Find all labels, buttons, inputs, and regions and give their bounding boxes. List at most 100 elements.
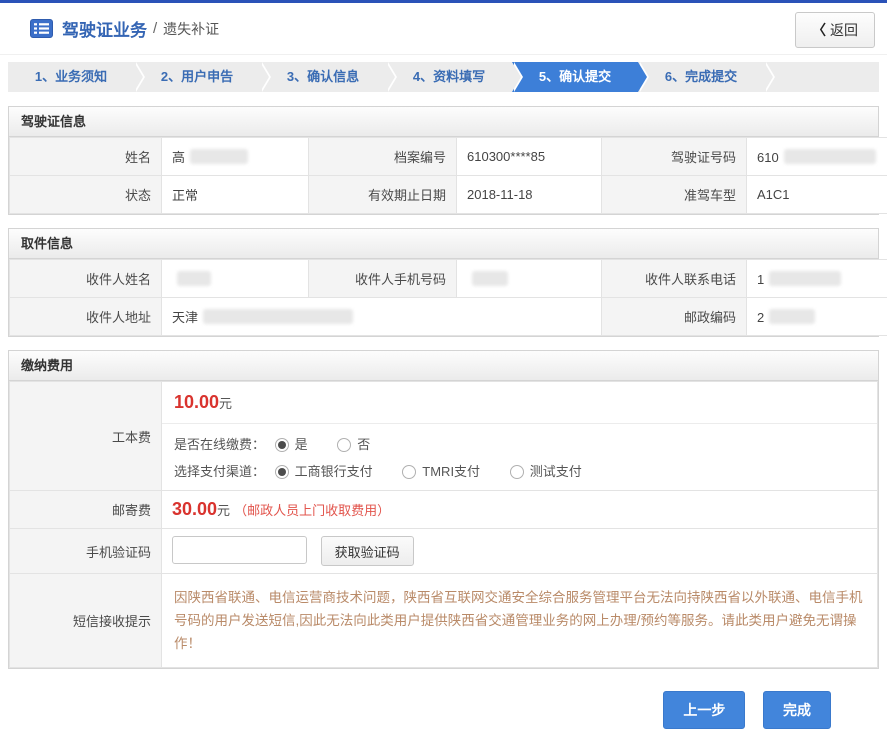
- postcode-label: 邮政编码: [602, 298, 747, 336]
- table-row: 状态 正常 有效期止日期 2018-11-18 准驾车型 A1C1: [10, 176, 887, 214]
- divider: [162, 423, 877, 424]
- verification-code-label: 手机验证码: [10, 529, 162, 574]
- postcode-value: 2: [747, 298, 887, 336]
- payment-section: 缴纳费用 工本费 10.00元 是否在线缴费： 是 否 选择支付渠道： 工商银行…: [8, 350, 879, 669]
- redaction-blur: [177, 271, 211, 286]
- online-no-label: 否: [357, 437, 370, 452]
- production-fee-cell: 10.00元 是否在线缴费： 是 否 选择支付渠道： 工商银行支付 TMRI支付…: [162, 382, 878, 491]
- status-label: 状态: [10, 176, 162, 214]
- license-section-title: 驾驶证信息: [9, 107, 878, 137]
- table-row: 收件人地址 天津 邮政编码 2: [10, 298, 887, 336]
- verification-code-cell: 获取验证码: [162, 529, 878, 574]
- production-fee-amount: 10.00: [174, 392, 219, 412]
- radio-unchecked-icon: [510, 465, 524, 479]
- mail-fee-note: （邮政人员上门收取费用）: [234, 503, 390, 518]
- expiry-date-label: 有效期止日期: [309, 176, 457, 214]
- pickup-info-section: 取件信息 收件人姓名 收件人手机号码 收件人联系电话 1 收件人地址 天津 邮政…: [8, 228, 879, 337]
- production-fee-amount-line: 10.00元: [174, 392, 865, 413]
- redaction-blur: [472, 271, 508, 286]
- list-icon: [30, 19, 53, 38]
- get-code-button[interactable]: 获取验证码: [321, 536, 414, 566]
- pickup-info-table: 收件人姓名 收件人手机号码 收件人联系电话 1 收件人地址 天津 邮政编码 2: [9, 259, 887, 336]
- step-4-fill-data[interactable]: 4、资料填写: [386, 62, 512, 92]
- recipient-address-label: 收件人地址: [10, 298, 162, 336]
- name-label: 姓名: [10, 138, 162, 176]
- mail-fee-row: 邮寄费 30.00元 （邮政人员上门收取费用）: [10, 491, 878, 529]
- license-info-table: 姓名 高 档案编号 610300****85 驾驶证号码 610 状态 正常 有…: [9, 137, 887, 214]
- verification-code-row: 手机验证码 获取验证码: [10, 529, 878, 574]
- recipient-mobile-label: 收件人手机号码: [309, 260, 457, 298]
- breadcrumb-current: 遗失补证: [163, 19, 219, 39]
- previous-step-button[interactable]: 上一步: [663, 691, 745, 729]
- recipient-address-value: 天津: [162, 298, 602, 336]
- recipient-name-label: 收件人姓名: [10, 260, 162, 298]
- step-1-business-notice[interactable]: 1、业务须知: [8, 62, 134, 92]
- production-fee-unit: 元: [219, 396, 232, 411]
- payment-channel-label: 选择支付渠道：: [174, 464, 265, 479]
- payment-channel-question: 选择支付渠道： 工商银行支付 TMRI支付 测试支付: [174, 461, 865, 480]
- status-value: 正常: [162, 176, 309, 214]
- recipient-name-value: [162, 260, 309, 298]
- vehicle-class-label: 准驾车型: [602, 176, 747, 214]
- recipient-mobile-value: [457, 260, 602, 298]
- file-number-label: 档案编号: [309, 138, 457, 176]
- back-button[interactable]: 〈返回: [795, 12, 875, 48]
- radio-unchecked-icon: [337, 438, 351, 452]
- online-payment-label: 是否在线缴费：: [174, 437, 265, 452]
- radio-checked-icon: [275, 465, 289, 479]
- mail-fee-amount: 30.00: [172, 499, 217, 519]
- channel-tmri-label: TMRI支付: [422, 464, 480, 479]
- online-payment-yes-radio[interactable]: 是: [275, 437, 308, 452]
- sms-tip-row: 短信接收提示 因陕西省联通、电信运营商技术问题，陕西省互联网交通安全综合服务管理…: [10, 574, 878, 668]
- step-2-user-declaration[interactable]: 2、用户申告: [134, 62, 260, 92]
- sms-tip-text: 因陕西省联通、电信运营商技术问题，陕西省互联网交通安全综合服务管理平台无法向持陕…: [162, 574, 878, 668]
- radio-checked-icon: [275, 438, 289, 452]
- redaction-blur: [203, 309, 353, 324]
- vehicle-class-value: A1C1: [747, 176, 887, 214]
- step-bar-filler: [764, 62, 879, 92]
- file-number-value: 610300****85: [457, 138, 602, 176]
- online-payment-no-radio[interactable]: 否: [337, 437, 370, 452]
- name-value: 高: [162, 138, 309, 176]
- mail-fee-unit: 元: [217, 503, 230, 518]
- license-number-value: 610: [747, 138, 887, 176]
- channel-icbc-label: 工商银行支付: [295, 464, 373, 479]
- expiry-date-value: 2018-11-18: [457, 176, 602, 214]
- redaction-blur: [190, 149, 248, 164]
- license-info-section: 驾驶证信息 姓名 高 档案编号 610300****85 驾驶证号码 610 状…: [8, 106, 879, 215]
- breadcrumb-separator: /: [153, 20, 157, 37]
- pickup-section-title: 取件信息: [9, 229, 878, 259]
- online-payment-question: 是否在线缴费： 是 否: [174, 434, 865, 453]
- step-3-confirm-info[interactable]: 3、确认信息: [260, 62, 386, 92]
- payment-table: 工本费 10.00元 是否在线缴费： 是 否 选择支付渠道： 工商银行支付 TM…: [9, 381, 878, 668]
- back-button-label: 返回: [830, 22, 858, 38]
- online-yes-label: 是: [295, 437, 308, 452]
- radio-unchecked-icon: [402, 465, 416, 479]
- license-number-label: 驾驶证号码: [602, 138, 747, 176]
- finish-button[interactable]: 完成: [763, 691, 831, 729]
- recipient-phone-value: 1: [747, 260, 887, 298]
- redaction-blur: [769, 271, 841, 286]
- footer-actions: 上一步 完成: [0, 691, 887, 729]
- step-6-finish-submit[interactable]: 6、完成提交: [638, 62, 764, 92]
- production-fee-row: 工本费 10.00元 是否在线缴费： 是 否 选择支付渠道： 工商银行支付 TM…: [10, 382, 878, 491]
- mail-fee-label: 邮寄费: [10, 491, 162, 529]
- chevron-left-icon: 〈: [812, 22, 826, 38]
- page-header: 驾驶证业务 / 遗失补证 〈返回: [0, 3, 887, 55]
- mail-fee-cell: 30.00元 （邮政人员上门收取费用）: [162, 491, 878, 529]
- step-5-confirm-submit[interactable]: 5、确认提交: [512, 62, 638, 92]
- recipient-phone-label: 收件人联系电话: [602, 260, 747, 298]
- channel-test-radio[interactable]: 测试支付: [510, 464, 582, 479]
- payment-section-title: 缴纳费用: [9, 351, 878, 381]
- channel-icbc-radio[interactable]: 工商银行支付: [275, 464, 373, 479]
- sms-tip-label: 短信接收提示: [10, 574, 162, 668]
- channel-tmri-radio[interactable]: TMRI支付: [402, 464, 480, 479]
- verification-code-input[interactable]: [172, 536, 307, 564]
- table-row: 姓名 高 档案编号 610300****85 驾驶证号码 610: [10, 138, 887, 176]
- step-wizard: 1、业务须知 2、用户申告 3、确认信息 4、资料填写 5、确认提交 6、完成提…: [8, 62, 879, 92]
- table-row: 收件人姓名 收件人手机号码 收件人联系电话 1: [10, 260, 887, 298]
- production-fee-label: 工本费: [10, 382, 162, 491]
- redaction-blur: [784, 149, 876, 164]
- page-title: 驾驶证业务: [62, 16, 147, 41]
- redaction-blur: [769, 309, 815, 324]
